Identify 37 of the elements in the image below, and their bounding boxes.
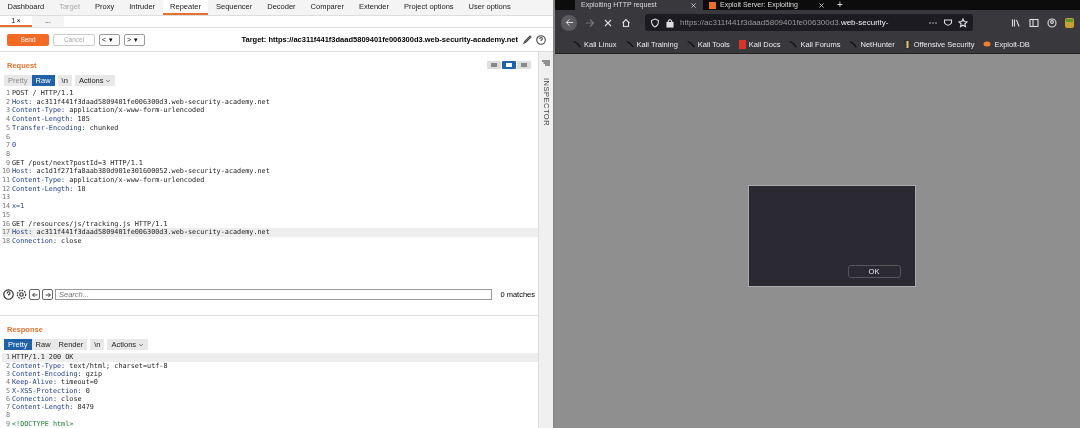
arrow-right-icon	[43, 290, 52, 299]
document-icon	[738, 39, 746, 49]
previous-match-button[interactable]	[29, 289, 40, 301]
back-button[interactable]	[561, 14, 577, 31]
arrow-left-icon	[30, 290, 39, 299]
star-icon[interactable]	[958, 17, 968, 28]
home-icon[interactable]	[621, 17, 631, 28]
library-icon[interactable]	[1011, 17, 1021, 28]
pocket-icon[interactable]	[943, 17, 953, 28]
address-bar[interactable]: https://ac311f441f3daad5809401fe006300d3.web-security-	[645, 14, 973, 31]
chevron-down-icon	[105, 77, 112, 84]
account-icon[interactable]	[1047, 17, 1057, 28]
lock-icon	[665, 17, 675, 28]
close-icon[interactable]	[690, 1, 697, 9]
menu-icon[interactable]	[541, 58, 551, 68]
layout-toggle[interactable]	[502, 61, 516, 69]
settings-icon[interactable]	[16, 289, 27, 301]
layout-toggle[interactable]	[517, 61, 531, 69]
next-match-button[interactable]	[42, 289, 53, 301]
layout-icon	[491, 63, 497, 67]
site-icon	[709, 1, 716, 9]
new-tab-button[interactable]: +	[831, 0, 849, 10]
close-icon[interactable]	[603, 17, 613, 28]
chevron-down-icon	[138, 341, 145, 348]
extension-icon[interactable]	[1065, 17, 1074, 28]
layout-icon	[506, 63, 512, 67]
shield-icon	[650, 17, 660, 28]
tower-icon	[903, 39, 911, 49]
layout-icon	[521, 63, 527, 67]
url-text: https://ac311f441f3daad5809401fe006300d3.web-security-	[680, 18, 890, 27]
pencil-icon[interactable]	[522, 34, 532, 45]
close-icon[interactable]	[818, 1, 825, 9]
layout-toggle[interactable]	[487, 61, 501, 69]
help-icon[interactable]	[3, 289, 14, 301]
arrow-left-icon	[564, 18, 574, 27]
sidebar-icon[interactable]	[1029, 17, 1039, 28]
help-icon[interactable]	[536, 34, 546, 45]
